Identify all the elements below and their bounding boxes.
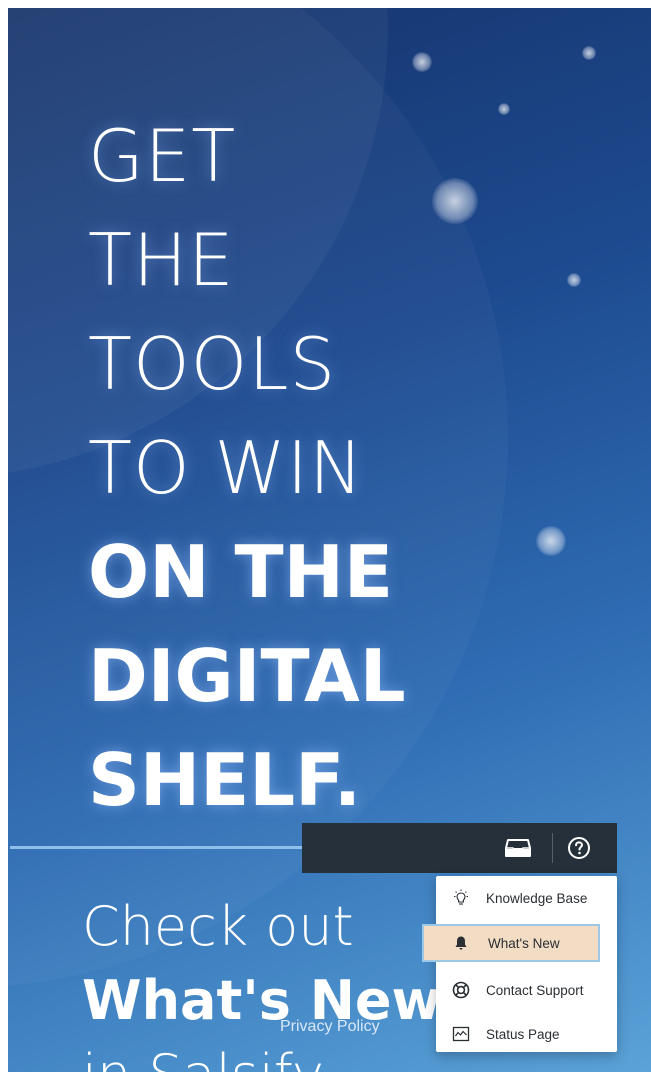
sub-headline-line: Check out <box>82 895 354 958</box>
menu-item-label: What's New <box>488 935 560 951</box>
menu-item-status-page[interactable]: Status Page <box>436 1016 617 1052</box>
menu-item-knowledge-base[interactable]: Knowledge Base <box>436 880 617 916</box>
privacy-policy-link[interactable]: Privacy Policy <box>280 1018 380 1036</box>
headline-line: THE <box>88 218 235 302</box>
snowflake-icon <box>412 52 432 72</box>
headline-line: ON THE <box>88 530 394 614</box>
headline-line: DIGITAL <box>88 634 406 718</box>
hero-headline: GET THE TOOLS TO WIN ON THE DIGITAL SHEL… <box>88 104 406 832</box>
sub-headline-line: in Salsify <box>82 1038 441 1072</box>
snowflake-icon <box>498 103 510 115</box>
activity-icon <box>452 1025 470 1043</box>
headline-line: GET <box>88 114 237 198</box>
headline-line: TO WIN <box>88 426 364 510</box>
menu-item-label: Knowledge Base <box>486 890 588 906</box>
sub-headline: Check out What's New in Salsify <box>82 890 441 1072</box>
menu-item-whats-new[interactable]: What's New <box>422 924 600 962</box>
help-menu: Knowledge Base Contact Support Status Pa… <box>436 876 617 1052</box>
bell-icon <box>452 934 470 952</box>
lightbulb-icon <box>452 889 470 907</box>
promo-panel: GET THE TOOLS TO WIN ON THE DIGITAL SHEL… <box>8 8 651 1072</box>
topbar-separator <box>552 833 553 863</box>
inbox-icon[interactable] <box>498 835 538 861</box>
menu-item-label: Status Page <box>486 1026 560 1042</box>
menu-item-label: Contact Support <box>486 982 584 998</box>
lifebuoy-icon <box>452 981 470 999</box>
app-topbar <box>302 823 617 873</box>
help-icon[interactable] <box>564 835 594 861</box>
snowflake-icon <box>536 526 566 556</box>
snowflake-icon <box>582 46 596 60</box>
snowflake-icon <box>567 273 581 287</box>
sub-headline-line: What's New <box>82 969 442 1032</box>
snowflake-icon <box>432 178 478 224</box>
headline-line: TOOLS <box>88 322 337 406</box>
divider-line <box>10 846 305 849</box>
headline-line: SHELF. <box>88 738 362 822</box>
menu-item-contact-support[interactable]: Contact Support <box>436 972 617 1008</box>
